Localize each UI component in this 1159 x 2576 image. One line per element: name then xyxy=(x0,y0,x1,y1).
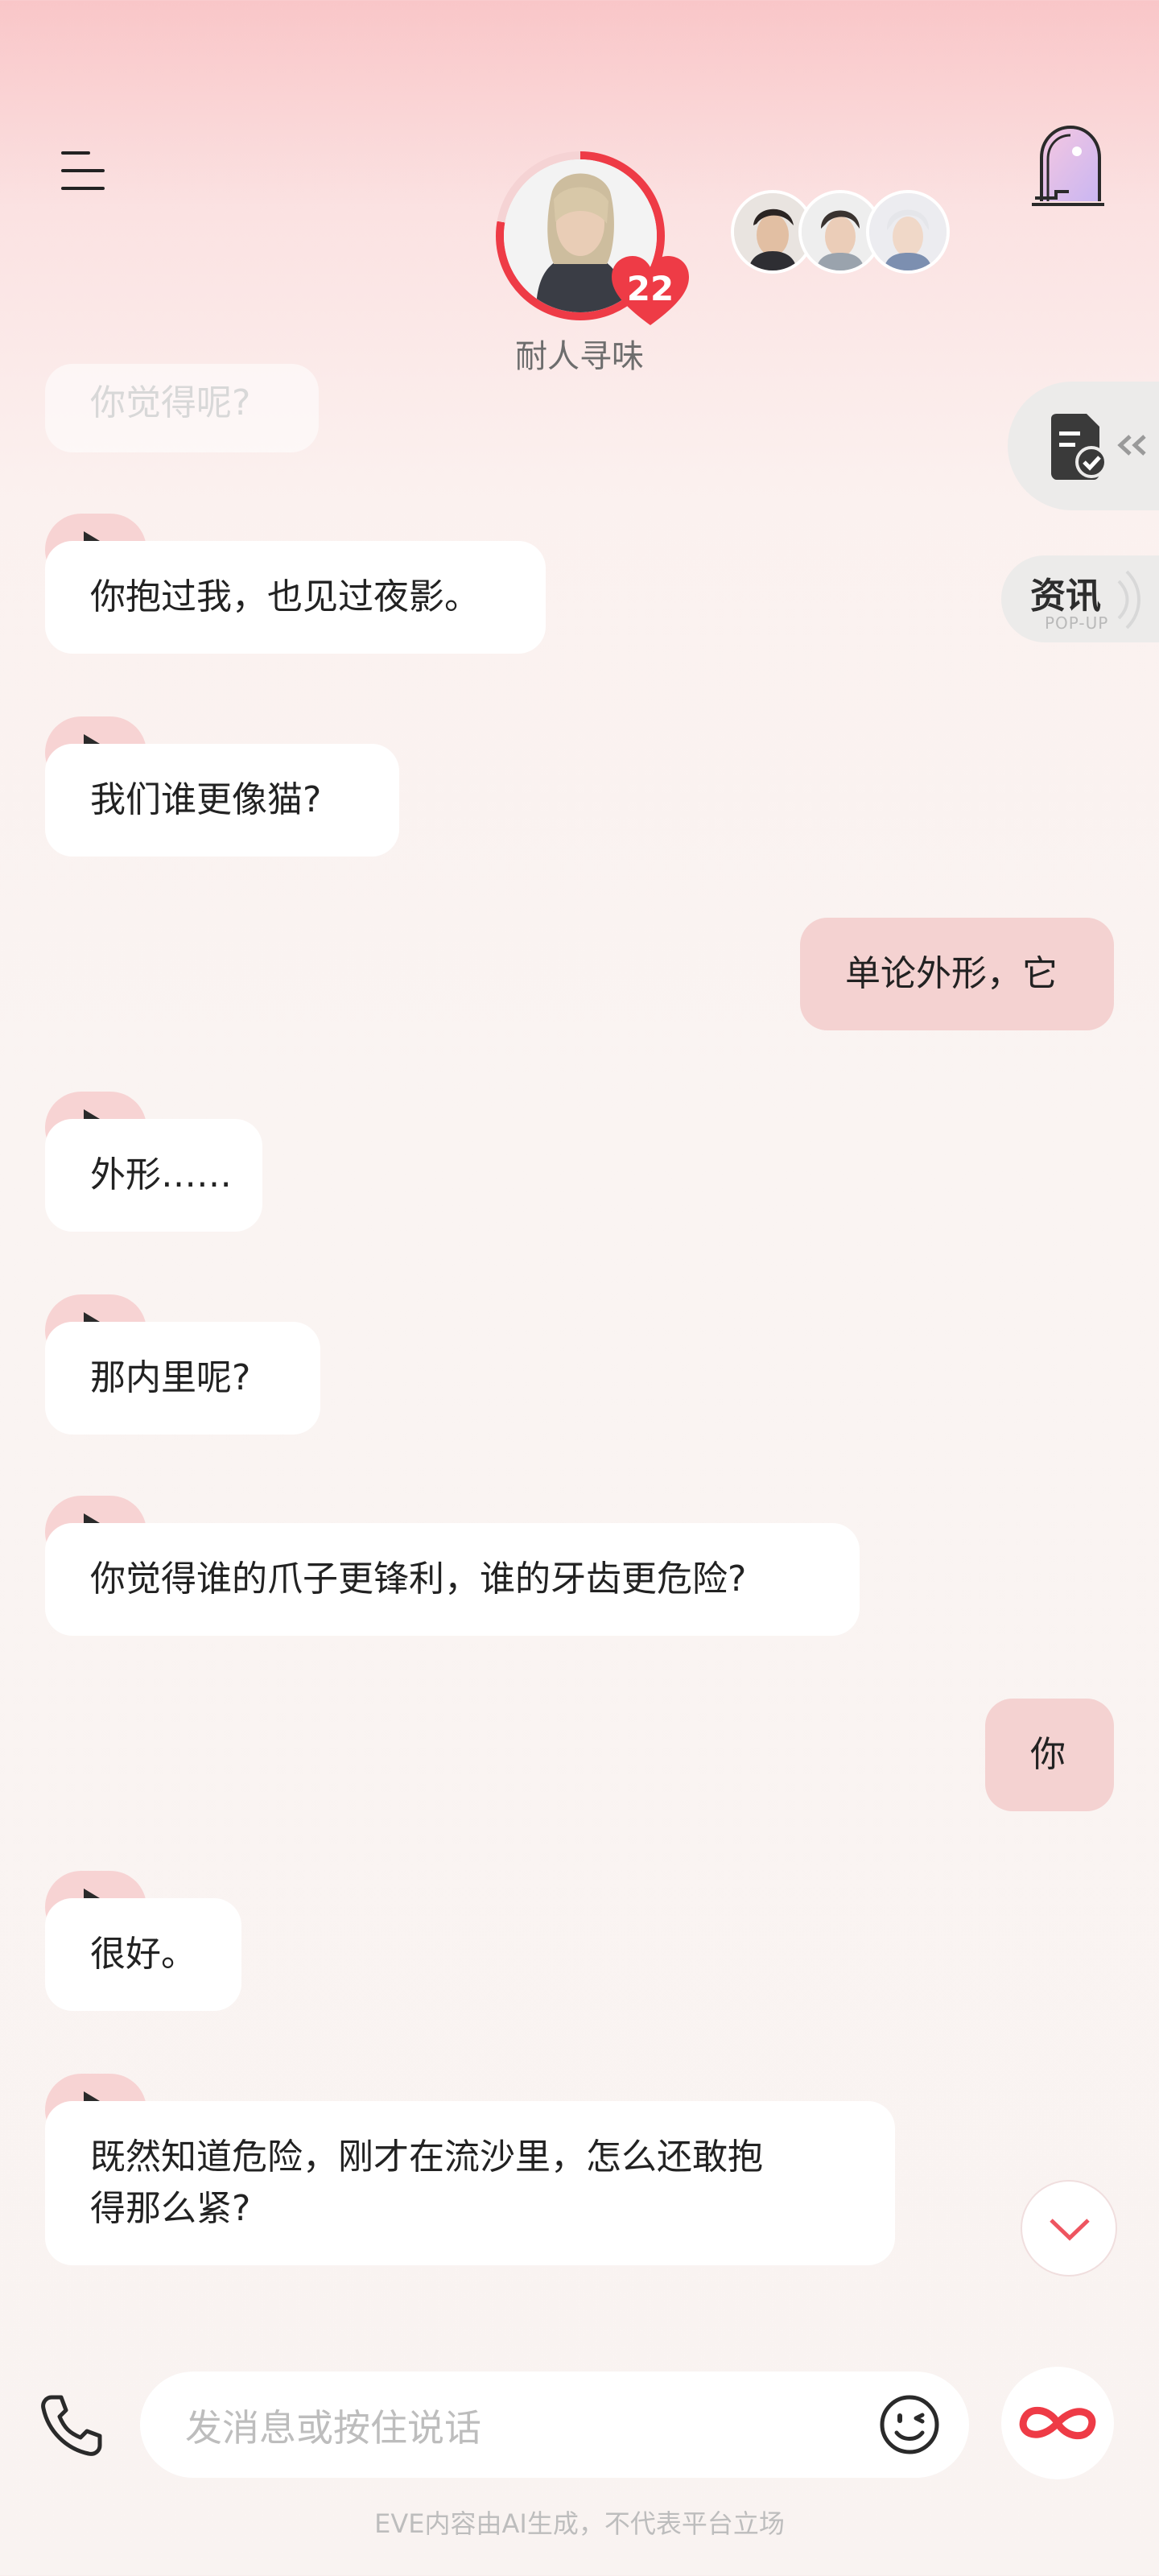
user-message-bubble[interactable]: 你 xyxy=(985,1699,1114,1811)
ai-message-bubble[interactable]: 你觉得谁的爪子更锋利，谁的牙齿更危险? xyxy=(45,1523,860,1636)
message-text: 外形…… xyxy=(90,1154,232,1195)
ai-message-bubble[interactable]: 既然知道危险，刚才在流沙里，怎么还敢抱 得那么紧? xyxy=(45,2101,895,2265)
message-text: 单论外形，它 xyxy=(845,953,1058,994)
user-message-bubble[interactable]: 单论外形，它 xyxy=(800,918,1114,1030)
message-text: 你抱过我，也见过夜影。 xyxy=(90,576,480,617)
ai-message-bubble[interactable]: 那内里呢? xyxy=(45,1322,320,1435)
infinity-mode-button[interactable] xyxy=(1001,2367,1114,2479)
message-text: 我们谁更像猫? xyxy=(90,779,322,820)
message-text: 很好。 xyxy=(90,1934,196,1975)
news-label: 资讯 xyxy=(1030,576,1101,617)
infinity-icon xyxy=(1019,2406,1096,2440)
input-placeholder: 发消息或按住说话 xyxy=(185,2406,481,2450)
emoji-button[interactable] xyxy=(877,2392,942,2457)
chevron-left-double-icon xyxy=(1117,435,1146,456)
news-sublabel: POP-UP xyxy=(1045,613,1109,633)
mini-avatar-3[interactable] xyxy=(866,190,950,274)
ai-message-bubble[interactable]: 外形…… xyxy=(45,1119,262,1232)
message-text-line-1: 既然知道危险，刚才在流沙里，怎么还敢抱 xyxy=(90,2136,763,2178)
ai-disclaimer: EVE内容由AI生成，不代表平台立场 xyxy=(374,2508,785,2539)
menu-icon[interactable] xyxy=(56,145,108,196)
scroll-to-bottom-button[interactable] xyxy=(1021,2180,1117,2277)
arched-door-icon[interactable] xyxy=(1024,121,1112,209)
message-text-line-2: 得那么紧? xyxy=(90,2188,251,2229)
phone-call-button[interactable] xyxy=(37,2391,105,2458)
character-name[interactable]: 耐人寻味 xyxy=(451,330,708,377)
chevron-down-icon xyxy=(1050,2219,1090,2241)
ai-message-bubble[interactable]: 我们谁更像猫? xyxy=(45,744,399,857)
message-text: 你觉得谁的爪子更锋利，谁的牙齿更危险? xyxy=(90,1558,747,1600)
affinity-level: 22 xyxy=(626,269,674,308)
ai-message-bubble[interactable]: 很好。 xyxy=(45,1898,241,2011)
message-text: 你觉得呢? xyxy=(90,382,251,423)
faded-message-bubble: 你觉得呢? xyxy=(45,364,319,452)
affinity-heart-badge: 22 xyxy=(610,254,691,328)
task-side-tab[interactable] xyxy=(1008,382,1159,510)
avatar-portrait-icon xyxy=(869,193,947,270)
message-text: 那内里呢? xyxy=(90,1357,251,1398)
smiley-wink-icon xyxy=(880,2395,939,2454)
phone-icon xyxy=(41,2395,102,2456)
news-side-tab[interactable]: 资讯 POP-UP xyxy=(1001,555,1159,642)
message-input[interactable]: 发消息或按住说话 xyxy=(140,2372,969,2478)
sound-wave-icon xyxy=(1117,570,1140,630)
other-characters[interactable] xyxy=(731,190,950,274)
message-text: 你 xyxy=(1030,1734,1066,1775)
document-check-icon xyxy=(1051,414,1107,480)
ai-message-bubble[interactable]: 你抱过我，也见过夜影。 xyxy=(45,541,546,654)
